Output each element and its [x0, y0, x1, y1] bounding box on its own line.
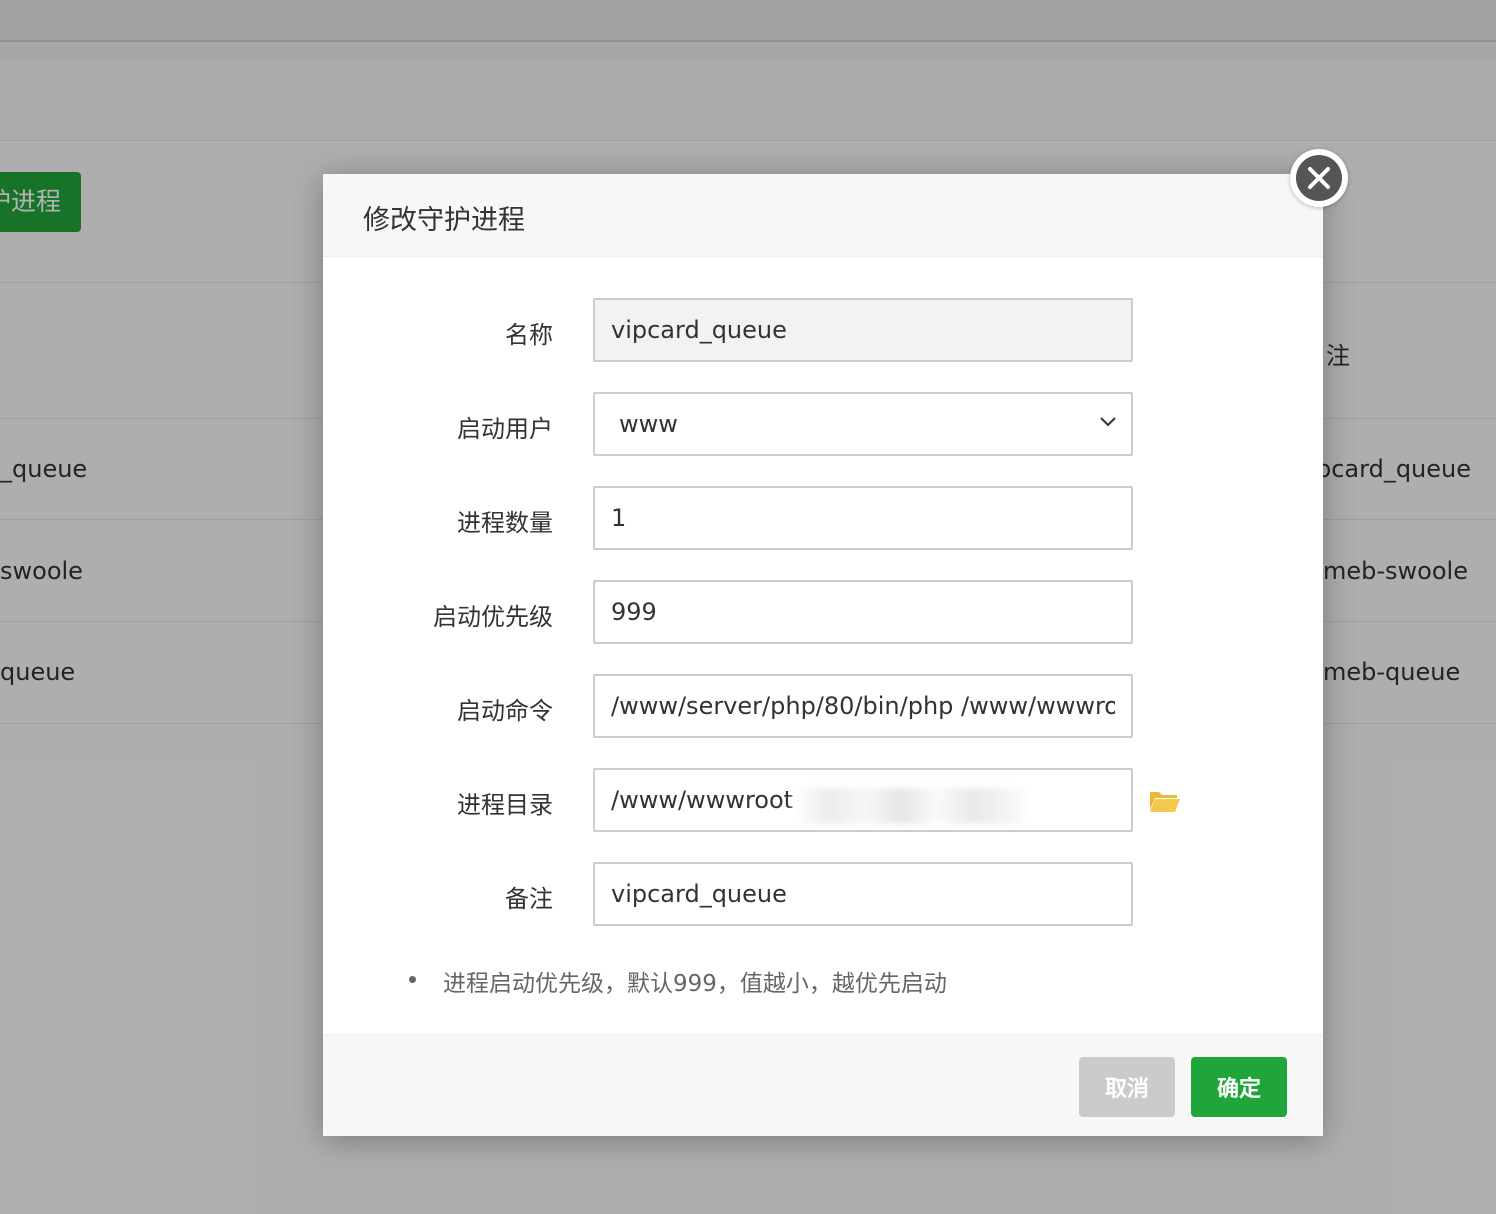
cancel-button[interactable]: 取消 — [1079, 1057, 1175, 1117]
user-select[interactable]: www — [593, 392, 1133, 456]
chevron-down-icon — [1100, 417, 1116, 427]
edit-daemon-dialog: 修改守护进程 名称 启动用户 www 进程数量 启动优先级 启动命令 进程目录 … — [323, 174, 1323, 1136]
remark-label: 备注 — [505, 885, 553, 913]
confirm-button[interactable]: 确定 — [1191, 1057, 1287, 1117]
user-select-value: www — [619, 410, 678, 438]
close-button[interactable] — [1290, 149, 1348, 207]
remark-input[interactable] — [593, 862, 1133, 926]
directory-input[interactable]: /www/wwwroot — [593, 768, 1133, 832]
bullet-icon — [409, 976, 416, 983]
name-label: 名称 — [505, 321, 553, 349]
redacted-blur — [793, 788, 1033, 824]
directory-value: /www/wwwroot — [611, 786, 794, 814]
tip-text: 进程启动优先级，默认999，值越小，越优先启动 — [443, 971, 947, 997]
dialog-footer: 取消 确定 — [323, 1034, 1323, 1136]
priority-label: 启动优先级 — [433, 603, 553, 631]
close-icon — [1308, 167, 1330, 189]
process-count-input[interactable] — [593, 486, 1133, 550]
name-input[interactable] — [593, 298, 1133, 362]
command-label: 启动命令 — [457, 697, 553, 725]
dialog-header: 修改守护进程 — [323, 174, 1323, 257]
process-count-label: 进程数量 — [457, 509, 553, 537]
command-input[interactable] — [593, 674, 1133, 738]
priority-input[interactable] — [593, 580, 1133, 644]
folder-open-icon[interactable] — [1149, 788, 1181, 814]
directory-label: 进程目录 — [457, 791, 553, 819]
user-label: 启动用户 — [457, 415, 553, 443]
dialog-title: 修改守护进程 — [363, 205, 525, 236]
